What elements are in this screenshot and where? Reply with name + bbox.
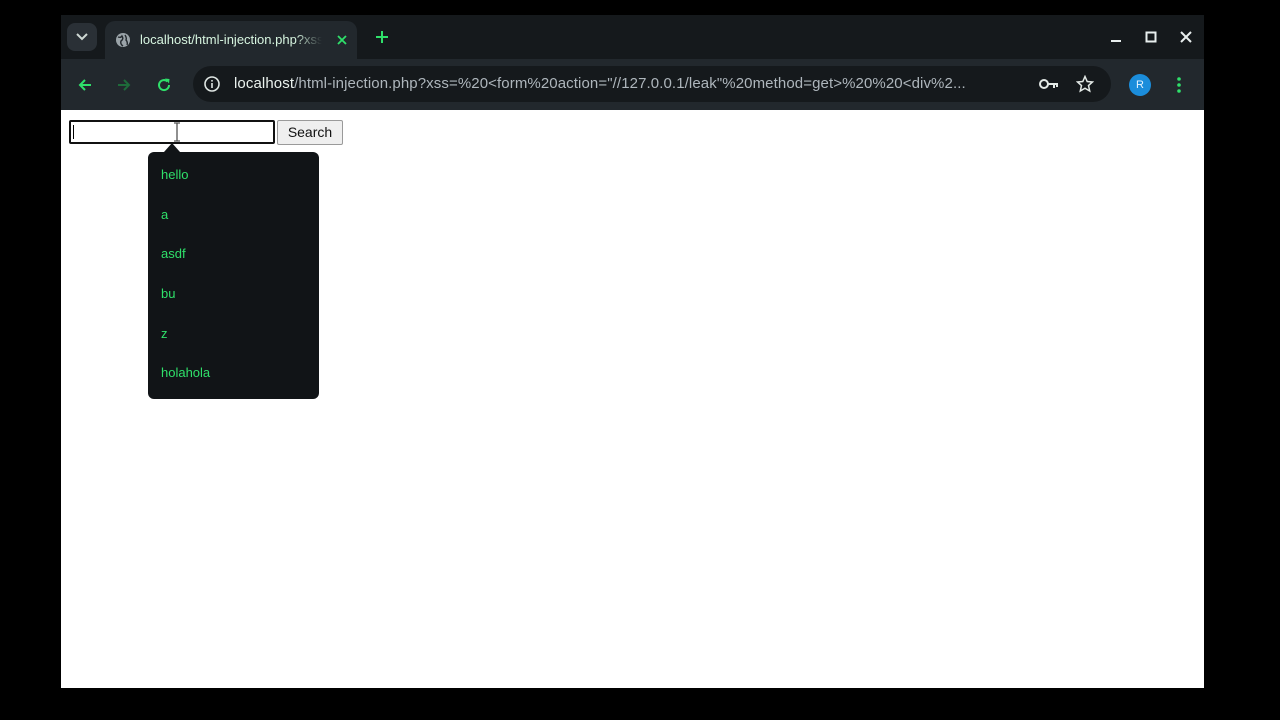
password-key-button[interactable] [1039,75,1059,93]
forward-button[interactable] [114,75,134,95]
suggestion-item[interactable]: holahola [161,365,210,380]
search-input[interactable] [69,120,275,144]
active-tab[interactable]: localhost/html-injection.php?xss=%20<for… [105,21,357,59]
url-path: /html-injection.php?xss=%20<form%20actio… [294,75,966,92]
tab-search-button[interactable] [67,23,97,51]
dropdown-pointer [164,143,180,152]
chevron-down-icon [76,33,88,41]
star-icon [1076,75,1094,93]
suggestion-item[interactable]: a [161,207,168,222]
tab-strip: localhost/html-injection.php?xss=%20<for… [61,15,1204,59]
close-window-button[interactable] [1177,28,1195,46]
address-bar[interactable]: localhost/html-injection.php?xss=%20<for… [193,66,1111,102]
info-icon[interactable] [203,75,221,93]
bookmark-button[interactable] [1075,75,1095,93]
ibeam-cursor-icon [174,122,180,142]
minimize-icon [1111,40,1121,42]
browser-window: localhost/html-injection.php?xss=%20<for… [61,15,1204,688]
browser-toolbar: localhost/html-injection.php?xss=%20<for… [61,59,1204,110]
more-vertical-icon [1177,77,1181,93]
suggestions-dropdown: hello a asdf bu z holahola [148,152,319,399]
search-button[interactable]: Search [277,120,343,145]
minimize-button[interactable] [1107,28,1125,46]
arrow-left-icon [78,79,91,91]
tab-close-button[interactable] [334,32,350,48]
suggestion-item[interactable]: asdf [161,246,186,261]
page-content: Search hello a asdf bu z holahola [61,110,1204,688]
profile-avatar[interactable]: R [1129,74,1151,96]
maximize-icon [1145,31,1157,43]
back-button[interactable] [75,75,95,95]
close-icon [1180,31,1192,43]
suggestion-item[interactable]: bu [161,286,175,301]
reload-button[interactable] [154,75,174,95]
tab-title: localhost/html-injection.php?xss=%20<for… [140,32,322,47]
new-tab-button[interactable] [373,28,391,46]
text-caret [73,125,74,139]
suggestion-item[interactable]: hello [161,167,188,182]
url-host: localhost [234,75,295,92]
close-icon [337,35,347,45]
browser-menu-button[interactable] [1171,74,1187,96]
plus-icon [376,31,388,43]
suggestion-item[interactable]: z [161,326,168,341]
globe-icon [116,33,130,47]
maximize-button[interactable] [1142,28,1160,46]
key-icon [1039,79,1058,89]
url-text[interactable]: localhost/html-injection.php?xss=%20<for… [234,75,1034,95]
reload-icon [158,78,171,92]
arrow-right-icon [118,79,131,91]
